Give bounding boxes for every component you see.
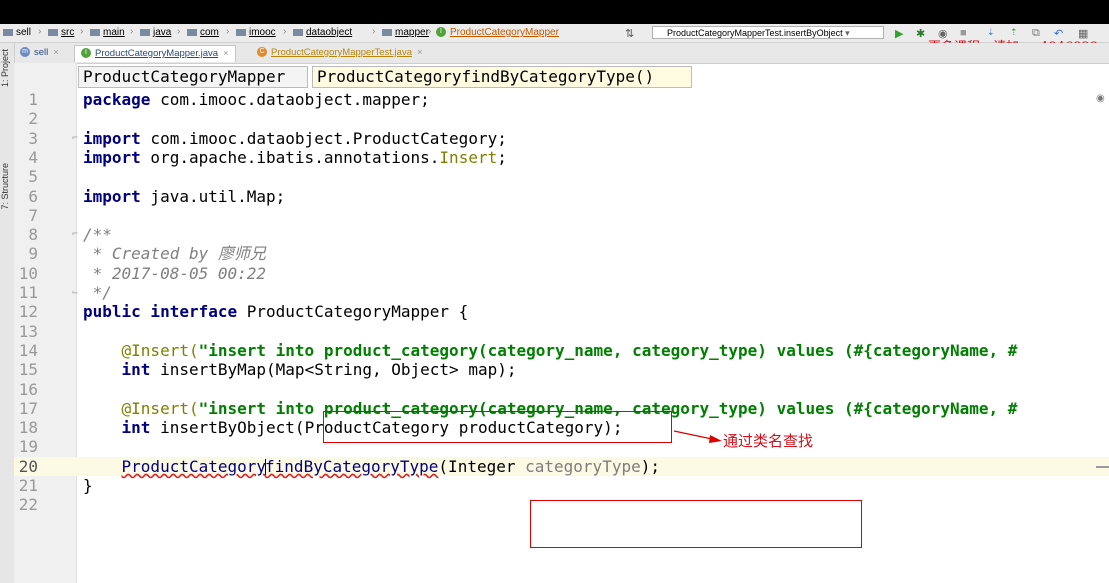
tab-product-category-mapper-test[interactable]: C ProductCategoryMapperTest.java × — [251, 45, 429, 61]
chevron-down-icon: ▾ — [845, 28, 850, 38]
nav-crumb-interface[interactable]: I ProductCategoryMapper — [436, 27, 559, 38]
code-line: 4 import org.apache.ibatis.annotations.In… — [28, 147, 507, 167]
close-icon[interactable]: × — [53, 47, 59, 58]
sidebar-tab-project[interactable]: 1: Project — [0, 49, 14, 87]
nav-crumb-mapper[interactable]: mapper — [382, 27, 429, 38]
code-line-current: 20 ProductCategoryfindByCategoryType(Int… — [14, 456, 1109, 476]
code-line: 15 int insertByMap(Map<String, Object> m… — [18, 360, 517, 380]
folder-icon — [382, 28, 392, 36]
code-line: 14 @Insert("insert into product_category… — [18, 340, 1018, 360]
nav-crumb-sell[interactable]: sell — [3, 27, 31, 38]
editor-tab-bar: m sell × I ProductCategoryMapper.java × C Pro… — [0, 43, 1109, 64]
code-line: 1 package com.imooc.dataobject.mapper; — [28, 90, 430, 109]
highlight-box-parameter — [323, 411, 672, 443]
folder-icon — [48, 28, 58, 36]
code-line: 9 * Created by 廖师兄 — [28, 244, 266, 264]
chevron-right-icon: › — [372, 26, 376, 37]
nav-crumb-imooc[interactable]: imooc — [236, 27, 276, 38]
fold-icon[interactable]: ⌙ — [72, 283, 78, 302]
code-line: 3 ⌐ import com.imooc.dataobject.ProductCat… — [28, 128, 507, 148]
interface-icon: I — [436, 27, 446, 38]
left-tool-sidebar: 1: Project 7: Structure — [0, 43, 15, 583]
folder-icon — [140, 28, 150, 36]
code-line: 7 — [28, 205, 38, 225]
code-line: 21} — [18, 476, 93, 495]
sidebar-tab-structure[interactable]: 7: Structure — [0, 163, 14, 210]
code-line: 16 — [18, 379, 38, 399]
empty-annotation-box — [530, 500, 862, 548]
tab-product-category-mapper[interactable]: I ProductCategoryMapper.java × — [74, 45, 236, 62]
code-line: 12 public interface ProductCategoryMapper… — [18, 302, 469, 322]
class-icon: C — [257, 47, 267, 58]
chevron-right-icon: › — [177, 26, 181, 37]
nav-crumb-dataobject[interactable]: dataobject — [293, 27, 352, 38]
chevron-right-icon: › — [38, 26, 42, 37]
chevron-right-icon: › — [226, 26, 230, 37]
nav-crumb-main[interactable]: main — [90, 27, 125, 38]
annotation-label: 通过类名查找 — [723, 432, 814, 450]
chevron-right-icon: › — [283, 26, 287, 37]
nav-crumb-java[interactable]: java — [140, 27, 171, 38]
breadcrumb-interface[interactable]: ProductCategoryMapper — [78, 66, 308, 88]
code-line: 8 ⌐/** — [28, 225, 112, 245]
chevron-right-icon: › — [428, 26, 432, 37]
code-line: 5 — [28, 167, 38, 187]
folder-icon — [187, 28, 197, 36]
code-line: 2 — [28, 109, 38, 129]
code-line: 11 ⌙ */ — [18, 283, 112, 302]
folder-icon — [293, 28, 303, 36]
debug-icon[interactable]: ✱ — [916, 27, 925, 40]
module-icon: m — [20, 47, 30, 58]
close-icon[interactable]: × — [417, 47, 423, 58]
code-line: 6 import java.util.Map; — [28, 186, 286, 206]
tab-sell[interactable]: m sell × — [14, 45, 65, 61]
nav-crumb-com[interactable]: com — [187, 27, 219, 38]
close-icon[interactable]: × — [223, 48, 229, 59]
run-icon[interactable]: ▶ — [895, 27, 903, 40]
code-line: 10 * 2017-08-05 00:22 — [18, 263, 267, 283]
scroll-marker[interactable] — [1096, 466, 1109, 468]
folder-icon — [236, 28, 246, 36]
annotation-arrow — [673, 430, 722, 443]
fold-icon[interactable]: ⌐ — [72, 225, 78, 244]
interface-icon: I — [81, 48, 91, 59]
folder-icon — [90, 28, 100, 36]
chevron-right-icon: › — [130, 26, 134, 37]
fold-icon[interactable]: ⌐ — [72, 129, 78, 148]
chevron-right-icon: › — [80, 26, 84, 37]
nav-crumb-src[interactable]: src — [48, 27, 74, 38]
code-line: 13 — [18, 321, 38, 341]
sort-icon[interactable]: ⇅ — [625, 27, 634, 40]
top-black-bar — [0, 0, 1109, 24]
breadcrumb-method[interactable]: ProductCategoryfindByCategoryType() — [312, 66, 692, 88]
module-icon — [3, 28, 13, 36]
run-config-select[interactable]: ProductCategoryMapperTest.insertByObject… — [652, 26, 884, 39]
